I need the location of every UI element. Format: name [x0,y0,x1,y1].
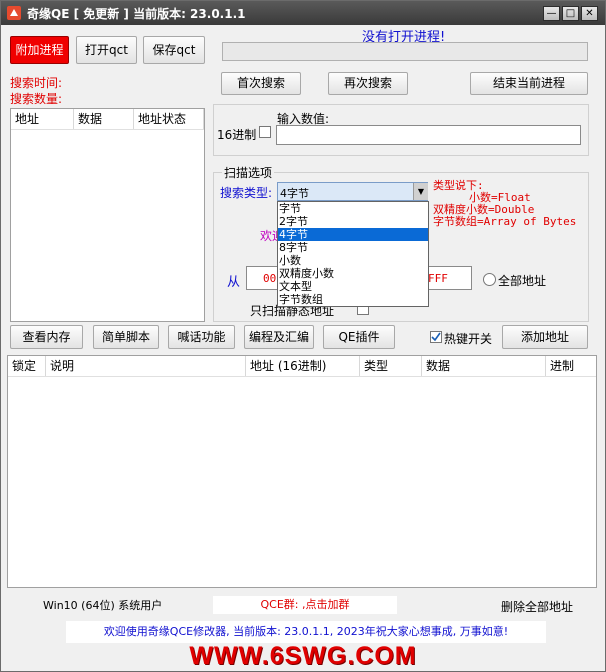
window-title: 奇缘QE [ 免更新 ] 当前版本: 23.0.1.1 [27,7,246,21]
delete-all-link[interactable]: 删除全部地址 [501,598,573,615]
close-button[interactable]: ✕ [581,6,598,21]
hotkey-label: 热键开关 [444,332,493,346]
search-type-dropdown[interactable]: 字节 2字节 4字节 8字节 小数 双精度小数 文本型 字节数组 [277,201,429,307]
address-table[interactable]: 锁定 说明 地址 (16进制) 类型 数据 进制 [7,355,597,588]
attach-process-button[interactable]: 附加进程 [10,36,69,64]
save-qct-button[interactable]: 保存qct [143,36,205,64]
hotkey-checkbox[interactable] [430,331,442,343]
progress-bar [222,42,588,61]
type-note-bytes: 字节数组=Array of Bytes [433,215,577,228]
all-address-radio[interactable] [483,273,496,286]
add-address-button[interactable]: 添加地址 [502,325,588,349]
view-memory-button[interactable]: 查看内存 [10,325,83,349]
asm-button[interactable]: 编程及汇编 [244,325,314,349]
qe-plugin-button[interactable]: QE插件 [323,325,395,349]
option-8byte[interactable]: 8字节 [278,241,428,254]
option-double[interactable]: 双精度小数 [278,267,428,280]
column-header-radix[interactable]: 进制 [546,356,596,376]
chevron-down-icon[interactable]: ▼ [413,183,428,200]
shout-button[interactable]: 喊话功能 [168,325,235,349]
site-logo[interactable]: WWW.6SWG.COM [1,642,605,671]
first-search-button[interactable]: 首次搜索 [221,72,301,95]
main-window: 奇缘QE [ 免更新 ] 当前版本: 23.0.1.1 — □ ✕ 附加进程 打… [0,0,606,672]
search-count-label: 搜索数量: [10,92,63,106]
app-icon [6,5,22,21]
maximize-button[interactable]: □ [562,6,579,21]
open-qct-button[interactable]: 打开qct [76,36,137,64]
column-header-data[interactable]: 数据 [74,109,134,129]
hex-checkbox[interactable] [259,126,271,138]
option-text[interactable]: 文本型 [278,280,428,293]
option-4byte[interactable]: 4字节 [278,228,428,241]
search-results-list[interactable]: 地址 数据 地址状态 [10,108,205,322]
qq-group-link[interactable]: QCE群: ,点击加群 [213,596,397,614]
simple-script-button[interactable]: 简单脚本 [93,325,159,349]
option-byte[interactable]: 字节 [278,202,428,215]
search-type-label: 搜索类型: [220,186,273,200]
column-header-hex-address[interactable]: 地址 (16进制) [246,356,360,376]
next-search-button[interactable]: 再次搜索 [328,72,408,95]
option-bytes[interactable]: 字节数组 [278,293,428,306]
title-bar[interactable]: 奇缘QE [ 免更新 ] 当前版本: 23.0.1.1 — □ ✕ [1,1,605,25]
column-header-address[interactable]: 地址 [11,109,74,129]
system-info: Win10 (64位) 系统用户 [43,599,163,612]
search-time-label: 搜索时间: [10,76,63,90]
search-type-selected: 4字节 [280,187,309,200]
header-divider [11,129,204,130]
check-icon [431,332,441,342]
column-header-data[interactable]: 数据 [422,356,546,376]
welcome-banner: 欢迎使用奇缘QCE修改器, 当前版本: 23.0.1.1, 2023年祝大家心想… [66,621,546,643]
from-label: 从 [227,275,241,290]
search-type-select[interactable]: 4字节 ▼ [277,182,428,201]
column-header-lock[interactable]: 锁定 [8,356,46,376]
scan-options-label: 扫描选项 [222,164,275,181]
all-address-label: 全部地址 [498,274,547,288]
table-header-divider [8,376,596,377]
column-header-address-state[interactable]: 地址状态 [134,109,204,129]
option-float[interactable]: 小数 [278,254,428,267]
column-header-type[interactable]: 类型 [360,356,422,376]
option-2byte[interactable]: 2字节 [278,215,428,228]
end-process-button[interactable]: 结束当前进程 [470,72,588,95]
value-input[interactable] [276,125,581,145]
minimize-button[interactable]: — [543,6,560,21]
hex-label: 16进制 [217,128,257,142]
column-header-description[interactable]: 说明 [46,356,246,376]
